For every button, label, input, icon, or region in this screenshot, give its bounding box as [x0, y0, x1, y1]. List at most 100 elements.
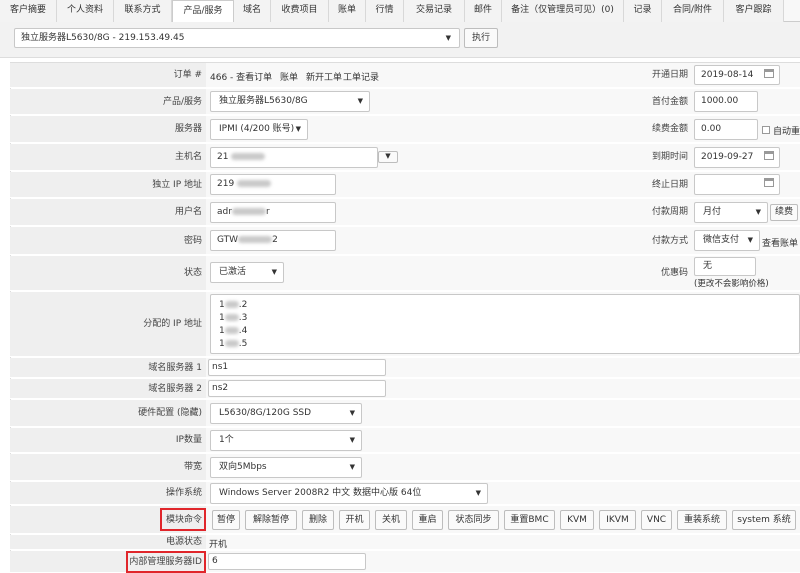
internal-id-input[interactable]: 6 — [208, 553, 366, 570]
username-value-start: adr — [217, 207, 232, 217]
billing-cycle-select[interactable]: 月付 ▼ — [694, 202, 768, 223]
order-link[interactable]: 466 - 查看订单 — [210, 70, 272, 83]
power-on-button[interactable]: 开机 — [339, 510, 370, 530]
bandwidth-label: 带宽 — [10, 454, 206, 481]
chevron-down-icon: ▼ — [349, 409, 355, 417]
redacted-mask — [224, 327, 239, 334]
reboot-button[interactable]: 重启 — [412, 510, 443, 530]
reinstall-os-button[interactable]: 重装系统 — [677, 510, 727, 530]
calendar-icon[interactable] — [764, 69, 774, 78]
server-label: 服务器 — [10, 116, 206, 143]
hostname-value: 21 — [217, 152, 229, 162]
assigned-ip-line: 1.4 — [219, 325, 799, 338]
open-date-label: 开通日期 — [634, 63, 690, 88]
power-off-button[interactable]: 关机 — [375, 510, 407, 530]
vnc-button[interactable]: VNC — [641, 510, 672, 530]
ikvm-button[interactable]: IKVM — [599, 510, 636, 530]
dedicated-ip-input[interactable]: 219 — [210, 174, 336, 195]
renew-button[interactable]: 续费 — [770, 204, 798, 221]
new-ticket-link[interactable]: 新开工单 — [306, 70, 342, 83]
password-input[interactable]: GTW 2 — [210, 230, 336, 251]
tab-quotes[interactable]: 行情 — [366, 0, 404, 22]
ip-end: .5 — [238, 339, 248, 349]
ip-start: 1 — [219, 339, 225, 349]
tab-summary[interactable]: 客户摘要 — [0, 0, 57, 22]
due-time-value: 2019-09-27 — [701, 152, 754, 162]
product-service-value: 独立服务器L5630/8G — [219, 96, 308, 106]
payment-method-value: 微信支付 — [703, 235, 740, 245]
tab-contracts[interactable]: 合同/附件 — [662, 0, 724, 22]
ticket-log-link[interactable]: 工单记录 — [343, 70, 379, 83]
payment-method-select[interactable]: 微信支付 ▼ — [694, 230, 760, 251]
bandwidth-cell: 双向5Mbps ▼ — [206, 454, 800, 481]
pay-method-cell: 微信支付 ▼ 查看账单 — [690, 227, 800, 255]
renew-amount-input[interactable]: 0.00 — [694, 119, 758, 140]
system-button[interactable]: system 系统 — [732, 510, 796, 530]
tab-profile[interactable]: 个人资料 — [57, 0, 114, 22]
dedicated-ip-value: 219 — [217, 179, 235, 189]
open-date-input[interactable]: 2019-08-14 — [694, 65, 780, 85]
tab-client-tracking[interactable]: 客户跟踪 — [724, 0, 784, 22]
execute-button[interactable]: 执行 — [464, 28, 498, 48]
coupon-label: 优惠码 — [634, 256, 690, 291]
assigned-ip-textarea[interactable]: 1.2 1.3 1.4 1.5 — [210, 294, 800, 354]
password-cell: GTW 2 — [206, 227, 634, 255]
first-amount-label: 首付金额 — [634, 89, 690, 115]
order-invoice-link[interactable]: 账单 — [280, 70, 298, 83]
kvm-button[interactable]: KVM — [560, 510, 594, 530]
highlight-box — [160, 508, 206, 531]
product-cell: 独立服务器L5630/8G ▼ — [206, 89, 634, 115]
tab-log[interactable]: 记录 — [624, 0, 662, 22]
ns2-input[interactable]: ns2 — [208, 380, 386, 397]
product-service-select[interactable]: 独立服务器L5630/8G ▼ — [210, 91, 370, 112]
tab-billable-items[interactable]: 收费项目 — [271, 0, 329, 22]
hardware-select[interactable]: L5630/8G/120G SSD ▼ — [210, 403, 362, 424]
redacted-mask — [231, 153, 266, 160]
tab-invoices[interactable]: 账单 — [329, 0, 366, 22]
calendar-icon[interactable] — [764, 151, 774, 160]
power-status-cell: 开机 — [206, 535, 800, 550]
calendar-icon[interactable] — [764, 178, 774, 187]
bandwidth-select[interactable]: 双向5Mbps ▼ — [210, 457, 362, 478]
first-amount-input[interactable]: 1000.00 — [694, 91, 758, 112]
power-status-label: 电源状态 — [10, 535, 206, 550]
username-input[interactable]: adr r — [210, 202, 336, 223]
tab-notes[interactable]: 备注（仅管理员可见）(0) — [502, 0, 624, 22]
password-value-end: 2 — [272, 235, 278, 245]
ip-count-value: 1个 — [219, 435, 234, 445]
product-select[interactable]: 独立服务器L5630/8G - 219.153.49.45 ▼ — [14, 28, 460, 48]
coupon-input[interactable]: 无 — [694, 257, 756, 276]
os-label: 操作系统 — [10, 482, 206, 505]
view-bill-link[interactable]: 查看账单 — [762, 236, 798, 249]
tab-emails[interactable]: 邮件 — [465, 0, 502, 22]
due-time-input[interactable]: 2019-09-27 — [694, 147, 780, 168]
unsuspend-button[interactable]: 解除暂停 — [245, 510, 297, 530]
redacted-mask — [237, 180, 272, 187]
ns1-cell: ns1 — [206, 358, 800, 378]
status-cell: 已激活 ▼ — [206, 256, 634, 291]
chevron-down-icon: ▼ — [755, 208, 761, 216]
sync-status-button[interactable]: 状态同步 — [448, 510, 499, 530]
dedicated-ip-label: 独立 IP 地址 — [10, 172, 206, 198]
tab-domains[interactable]: 域名 — [234, 0, 271, 22]
auto-renew-checkbox[interactable] — [762, 126, 770, 134]
hostname-dropdown-button[interactable]: ▼ — [378, 151, 398, 163]
ns2-cell: ns2 — [206, 379, 800, 399]
ns1-input[interactable]: ns1 — [208, 359, 386, 376]
product-label: 产品/服务 — [10, 89, 206, 115]
end-date-input[interactable] — [694, 174, 780, 195]
server-select[interactable]: IPMI (4/200 账号) ▼ — [210, 119, 308, 140]
ip-count-select[interactable]: 1个 ▼ — [210, 430, 362, 451]
delete-button[interactable]: 删除 — [302, 510, 334, 530]
os-select[interactable]: Windows Server 2008R2 中文 数据中心版 64位 ▼ — [210, 483, 488, 504]
reset-bmc-button[interactable]: 重置BMC — [504, 510, 555, 530]
server-value: IPMI (4/200 账号) — [219, 124, 295, 134]
status-select[interactable]: 已激活 ▼ — [210, 262, 284, 283]
suspend-button[interactable]: 暂停 — [212, 510, 240, 530]
tab-contacts[interactable]: 联系方式 — [114, 0, 172, 22]
hostname-input[interactable]: 21 — [210, 147, 378, 168]
tab-products[interactable]: 产品/服务 — [172, 0, 234, 23]
redacted-mask — [224, 314, 239, 321]
tab-transactions[interactable]: 交易记录 — [404, 0, 465, 22]
chevron-down-icon: ▼ — [349, 436, 355, 444]
